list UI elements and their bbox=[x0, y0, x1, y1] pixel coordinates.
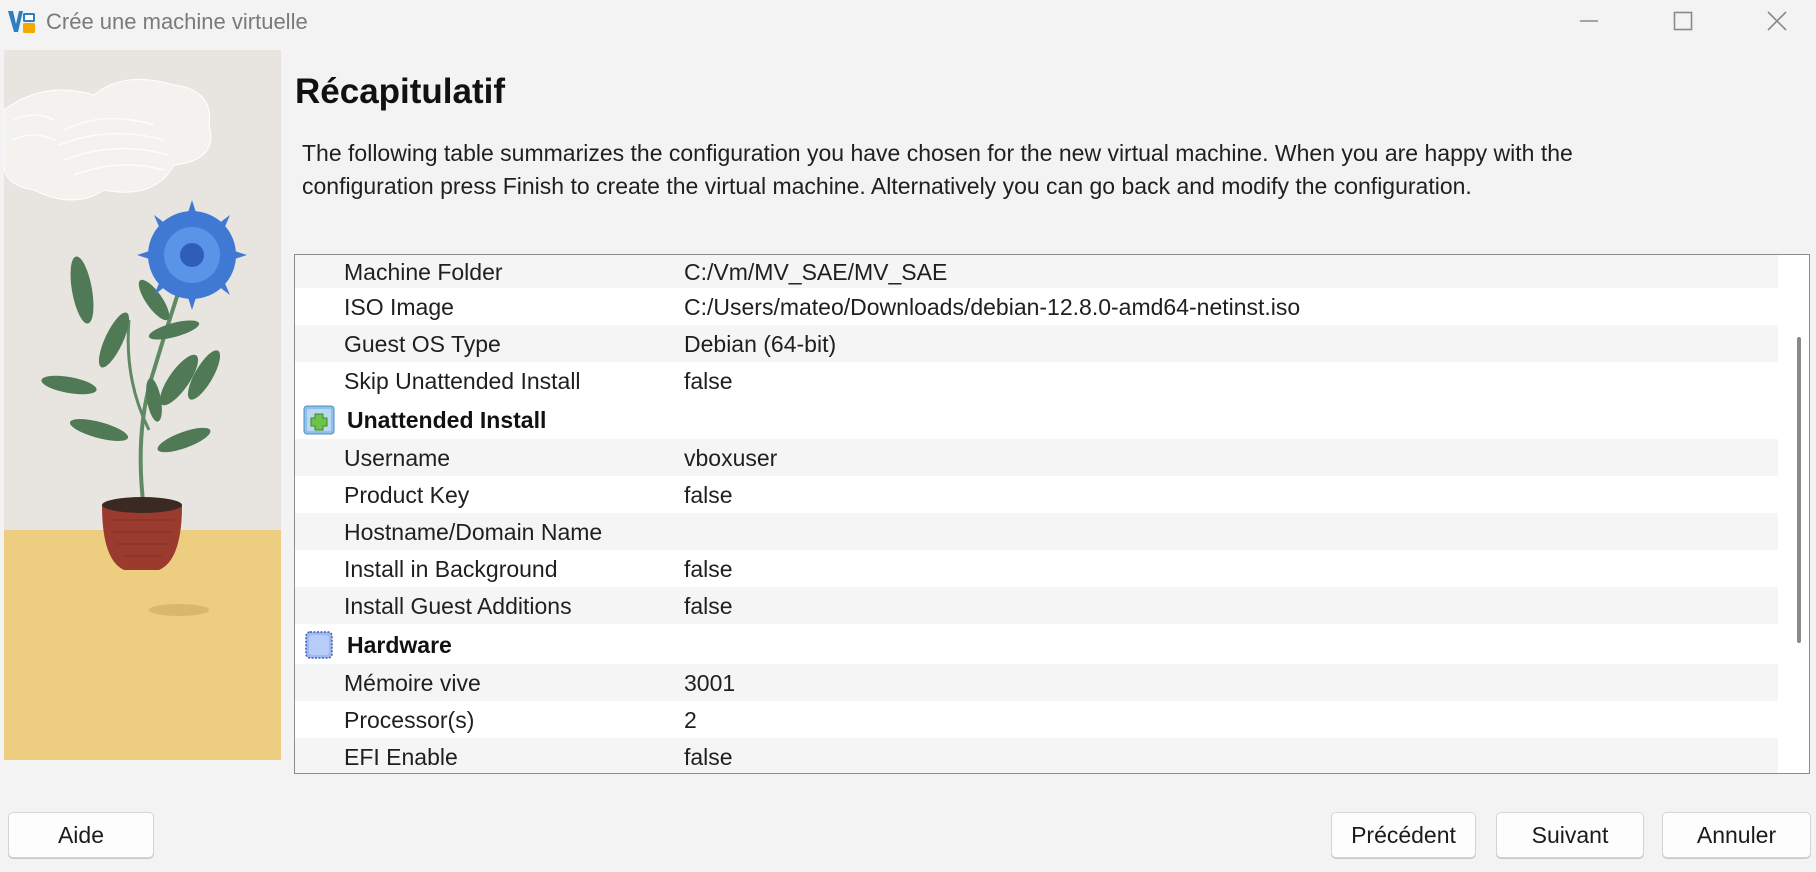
scrollbar-thumb[interactable] bbox=[1797, 337, 1801, 643]
hardware-chip-icon bbox=[305, 631, 333, 659]
row-key: Install Guest Additions bbox=[344, 593, 572, 619]
section-title: Hardware bbox=[347, 632, 452, 658]
row-value: vboxuser bbox=[684, 445, 778, 471]
potted-flower-illustration bbox=[4, 50, 281, 760]
table-row[interactable]: Processor(s) 2 bbox=[295, 701, 1778, 738]
virtualbox-app-icon bbox=[8, 11, 35, 33]
table-row[interactable]: Guest OS Type Debian (64-bit) bbox=[295, 325, 1778, 362]
row-value: false bbox=[684, 593, 733, 619]
row-value: false bbox=[684, 556, 733, 582]
row-value: false bbox=[684, 368, 733, 394]
table-row[interactable]: Skip Unattended Install false bbox=[295, 362, 1778, 399]
table-row[interactable]: Mémoire vive 3001 bbox=[295, 664, 1778, 701]
page-title: Récapitulatif bbox=[295, 72, 506, 111]
section-title: Unattended Install bbox=[347, 407, 547, 433]
title-bar: Crée une machine virtuelle bbox=[0, 0, 1816, 46]
table-row[interactable]: Hostname/Domain Name bbox=[295, 513, 1778, 550]
table-row[interactable]: Install in Background false bbox=[295, 550, 1778, 587]
section-hardware[interactable]: Hardware bbox=[295, 624, 1778, 664]
summary-table[interactable]: Machine Folder C:/Vm/MV_SAE/MV_SAE ISO I… bbox=[294, 254, 1810, 774]
row-key: Install in Background bbox=[344, 556, 558, 582]
row-value: C:/Users/mateo/Downloads/debian-12.8.0-a… bbox=[684, 294, 1301, 320]
vertical-scrollbar[interactable] bbox=[1789, 255, 1809, 773]
next-button[interactable]: Suivant bbox=[1496, 812, 1644, 858]
maximize-icon bbox=[1673, 11, 1693, 31]
unattended-install-icon bbox=[303, 405, 335, 435]
table-row[interactable]: Product Key false bbox=[295, 476, 1778, 513]
row-value: 3001 bbox=[684, 670, 736, 696]
minimize-icon bbox=[1580, 20, 1598, 22]
row-value: 2 bbox=[684, 707, 697, 733]
help-button[interactable]: Aide bbox=[8, 812, 154, 858]
row-key: EFI Enable bbox=[344, 744, 458, 770]
row-key: ISO Image bbox=[344, 294, 454, 320]
close-icon bbox=[1767, 11, 1787, 31]
row-key: Guest OS Type bbox=[344, 331, 501, 357]
row-value: false bbox=[684, 744, 733, 770]
maximize-button[interactable] bbox=[1638, 0, 1728, 42]
row-key: Machine Folder bbox=[344, 259, 503, 285]
row-key: Processor(s) bbox=[344, 707, 475, 733]
page-description: The following table summarizes the confi… bbox=[302, 140, 1573, 199]
row-key: Username bbox=[344, 445, 451, 471]
table-row[interactable]: Username vboxuser bbox=[295, 439, 1778, 476]
row-key: Hostname/Domain Name bbox=[344, 519, 603, 545]
row-key: Product Key bbox=[344, 482, 470, 508]
wizard-illustration bbox=[4, 50, 281, 760]
minimize-button[interactable] bbox=[1544, 0, 1634, 42]
row-key: Skip Unattended Install bbox=[344, 368, 581, 394]
table-row[interactable]: Install Guest Additions false bbox=[295, 587, 1778, 624]
row-value: false bbox=[684, 482, 733, 508]
table-row[interactable]: EFI Enable false bbox=[295, 738, 1778, 773]
table-row[interactable]: Machine Folder C:/Vm/MV_SAE/MV_SAE bbox=[295, 255, 1778, 288]
previous-button[interactable]: Précédent bbox=[1331, 812, 1476, 858]
row-value: C:/Vm/MV_SAE/MV_SAE bbox=[684, 259, 948, 285]
summary-rows: Machine Folder C:/Vm/MV_SAE/MV_SAE ISO I… bbox=[295, 255, 1778, 773]
window-title: Crée une machine virtuelle bbox=[46, 9, 308, 34]
row-value: Debian (64-bit) bbox=[684, 331, 837, 357]
cancel-button[interactable]: Annuler bbox=[1662, 812, 1811, 858]
row-key: Mémoire vive bbox=[344, 670, 481, 696]
section-unattended-install[interactable]: Unattended Install bbox=[295, 399, 1778, 439]
close-button[interactable] bbox=[1732, 0, 1816, 42]
table-row[interactable]: ISO Image C:/Users/mateo/Downloads/debia… bbox=[295, 288, 1778, 325]
